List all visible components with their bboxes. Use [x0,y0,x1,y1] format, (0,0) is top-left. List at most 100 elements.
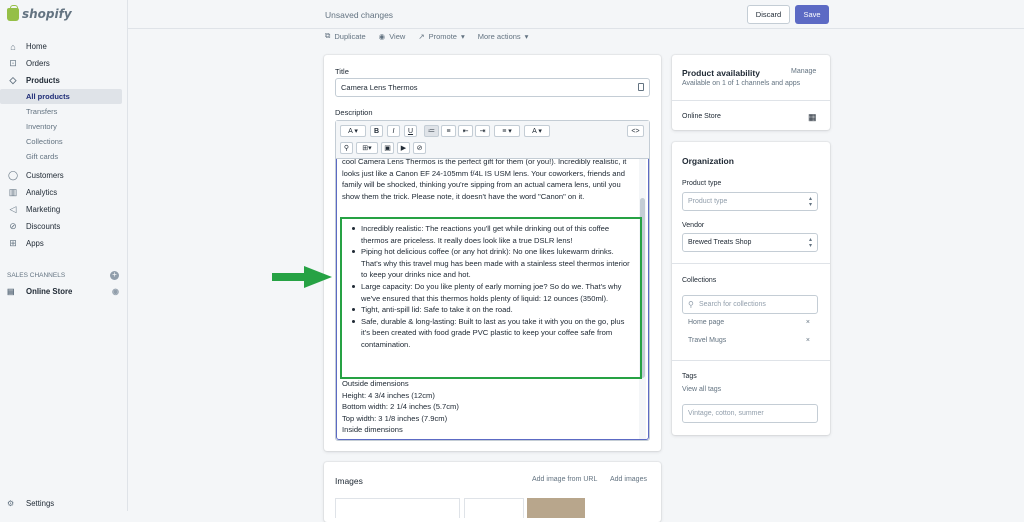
vendor-label: Vendor [682,222,705,229]
select-caret-icon: ▴ ▾ [808,196,812,208]
store-icon: ▤ [7,287,15,296]
dimension-line: Top width: 3 1/8 inches (7.9cm) [342,413,448,423]
shopify-bag-icon [7,4,19,21]
close-icon[interactable]: × [806,337,810,344]
title-input[interactable]: Camera Lens Thermos [335,78,650,97]
title-value: Camera Lens Thermos [341,83,418,92]
shopify-logo[interactable]: shopify [7,4,72,21]
dimensions-block: Outside dimensions Height: 4 3/4 inches … [342,378,637,436]
numbered-list-button[interactable]: ≡ [441,125,456,137]
top-bar: Unsaved changes Discard Save [128,0,1024,29]
nav-customers[interactable]: ◯ Customers [0,167,128,184]
availability-card: Product availability Manage Available on… [672,55,830,130]
collection-item: Home page × [688,319,810,326]
view-action[interactable]: ◉ View [379,31,406,41]
manage-link[interactable]: Manage [791,68,816,75]
nav-online-store[interactable]: ▤ Online Store ◉ [7,287,119,296]
vendor-select[interactable]: Brewed Treats Shop ▴ ▾ [682,233,818,252]
vendor-value: Brewed Treats Shop [688,239,752,246]
duplicate-label: Duplicate [334,31,366,41]
image-thumbnail[interactable] [335,498,460,518]
indent-button[interactable]: ⇥ [475,125,490,137]
eye-icon[interactable]: ◉ [112,287,119,296]
promote-label: Promote [428,31,457,41]
html-toggle-button[interactable]: <> [627,125,644,137]
more-actions[interactable]: More actions ▾ [478,31,529,41]
collections-placeholder: Search for collections [699,301,766,308]
table-button[interactable]: ⊞▾ [356,142,378,154]
green-arrow-icon [272,266,332,288]
nav-customers-label: Customers [26,171,64,180]
save-button[interactable]: Save [795,5,829,24]
view-label: View [389,31,406,41]
add-image-url-link[interactable]: Add image from URL [532,476,597,483]
outdent-button[interactable]: ⇤ [458,125,473,137]
image-thumbnail[interactable] [464,498,524,518]
images-title: Images [335,476,363,486]
align-button[interactable]: ≡ ▾ [494,125,520,137]
collections-search[interactable]: ⚲ Search for collections [682,295,818,314]
product-type-label: Product type [682,180,722,187]
close-icon[interactable]: × [806,319,810,326]
tags-input[interactable]: Vintage, cotton, summer [682,404,818,423]
divider [672,100,830,101]
link-button[interactable]: ⚲ [340,142,353,154]
font-format-button[interactable]: A ▾ [340,125,366,137]
highlight-box [340,217,642,379]
eye-icon: ◉ [378,31,386,41]
bullet-list-button[interactable]: ≔ [424,125,439,137]
promote-action[interactable]: ↗ Promote ▾ [418,31,464,41]
collection-item: Travel Mugs × [688,337,810,344]
view-all-tags-link[interactable]: View all tags [682,386,721,393]
add-channel-icon[interactable]: + [110,271,119,280]
text-color-button[interactable]: A ▾ [524,125,550,137]
organization-title: Organization [682,156,734,166]
dimension-line: Inside dimensions [342,425,403,435]
home-icon: ⌂ [10,41,16,52]
discard-button[interactable]: Discard [747,5,790,24]
product-type-select[interactable]: Product type ▴ ▾ [682,192,818,211]
nav-gift-cards[interactable]: Gift cards [0,149,122,164]
nav-all-products[interactable]: All products [0,89,122,104]
sales-channels-label: SALES CHANNELS [7,272,66,279]
nav-home[interactable]: ⌂ Home [0,38,128,55]
select-caret-icon: ▴ ▾ [808,237,812,249]
nav-apps[interactable]: ⊞ Apps [0,235,128,252]
online-store-channel: Online Store [682,113,721,120]
divider [672,360,830,361]
nav-settings[interactable]: ⚙ Settings [7,499,54,508]
calendar-icon[interactable]: ▦ [808,112,817,123]
discount-icon: ⊘ [9,221,17,231]
image-thumbnail[interactable] [527,498,585,518]
nav-analytics[interactable]: ▥ Analytics [0,184,128,201]
nav-products-label: Products [26,76,60,85]
nav-inventory[interactable]: Inventory [0,119,122,134]
collections-label: Collections [682,277,717,284]
underline-button[interactable]: U [404,125,417,137]
collection-name: Home page [688,319,725,326]
nav-orders[interactable]: ⊡ Orders [0,55,128,72]
nav-orders-label: Orders [26,59,50,68]
availability-desc: Available on 1 of 1 channels and apps [682,80,801,87]
search-icon: ⚲ [688,300,694,309]
nav-discounts[interactable]: ⊘ Discounts [0,218,128,235]
tags-placeholder: Vintage, cotton, summer [688,410,764,417]
video-button[interactable]: ▶ [397,142,410,154]
clear-format-button[interactable]: ⊘ [413,142,426,154]
unsaved-status: Unsaved changes [325,10,394,20]
document-icon [638,83,644,91]
main-nav: ⌂ Home ⊡ Orders ◇ Products All products Tra… [0,38,128,252]
nav-apps-label: Apps [26,239,44,248]
bold-button[interactable]: B [370,125,383,137]
nav-marketing[interactable]: ◁ Marketing [0,201,128,218]
italic-button[interactable]: I [387,125,400,137]
nav-transfers[interactable]: Transfers [0,104,122,119]
sidebar: shopify ⌂ Home ⊡ Orders ◇ Products All prod… [0,0,128,511]
add-images-link[interactable]: Add images [610,476,647,483]
nav-collections[interactable]: Collections [0,134,122,149]
nav-discounts-label: Discounts [26,222,61,231]
image-button[interactable]: ▣ [381,142,394,154]
chevron-down-icon: ▾ [460,31,465,41]
nav-products[interactable]: ◇ Products [0,72,128,89]
duplicate-action[interactable]: ⧉ Duplicate [325,31,366,41]
